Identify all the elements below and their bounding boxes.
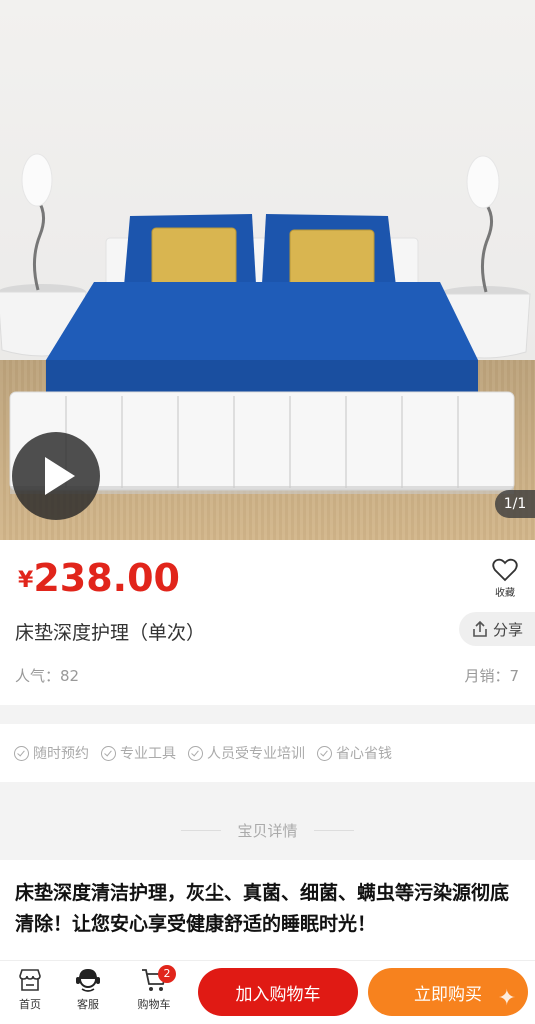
- guarantee-item: 专业工具: [101, 743, 176, 763]
- play-video-button[interactable]: [12, 432, 100, 520]
- image-counter: 1/1: [495, 490, 535, 518]
- share-icon: [473, 620, 487, 637]
- share-button[interactable]: 分享: [459, 612, 535, 646]
- favorite-label: 收藏: [495, 588, 515, 599]
- cart-button[interactable]: 2 购物车: [124, 965, 184, 1012]
- guarantee-item: 人员受专业培训: [188, 743, 305, 763]
- product-page: 1/1 ¥238.00 收藏 床垫深度护理（单次） 分享 人气：82 月销：7 …: [0, 0, 535, 1024]
- check-icon: [14, 745, 29, 761]
- divider: [181, 829, 222, 831]
- buy-now-button[interactable]: 立即购买 ✦: [368, 968, 528, 1016]
- detail-heading-label: 宝贝详情: [237, 821, 298, 840]
- buy-now-label: 立即购买: [414, 984, 482, 1005]
- currency-symbol: ¥: [18, 568, 34, 593]
- home-button[interactable]: 首页: [0, 967, 60, 1012]
- cart-label: 购物车: [137, 998, 171, 1011]
- detail-heading: 宝贝详情: [0, 800, 535, 860]
- cart-count-badge: 2: [158, 965, 176, 983]
- heart-icon: [492, 558, 518, 582]
- bottom-action-bar: 首页 客服 2 购物车 加入购物车 立即购买 ✦: [0, 960, 535, 1024]
- check-icon: [317, 745, 332, 761]
- service-label: 客服: [77, 998, 99, 1011]
- home-store-icon: [19, 969, 41, 991]
- divider: [313, 829, 354, 831]
- detail-description: 床垫深度清洁护理，灰尘、真菌、细菌、螨虫等污染源彻底清除！让您安心享受健康舒适的…: [0, 860, 535, 964]
- sparkle-icon: ✦: [497, 986, 516, 1011]
- popularity-count: 人气：82: [15, 667, 80, 685]
- price: ¥238.00: [18, 556, 180, 600]
- share-label: 分享: [492, 620, 523, 639]
- check-icon: [101, 745, 116, 761]
- customer-service-button[interactable]: 客服: [58, 967, 118, 1012]
- home-label: 首页: [19, 998, 41, 1011]
- check-icon: [188, 745, 203, 761]
- product-image[interactable]: 1/1: [0, 0, 535, 540]
- guarantee-item: 省心省钱: [317, 743, 392, 763]
- monthly-sales: 月销：7: [464, 667, 519, 685]
- guarantee-item: 随时预约: [14, 743, 89, 763]
- favorite-button[interactable]: 收藏: [487, 558, 523, 599]
- description-text: 床垫深度清洁护理，灰尘、真菌、细菌、螨虫等污染源彻底清除！让您安心享受健康舒适的…: [15, 882, 510, 935]
- price-value: 238.00: [33, 556, 180, 600]
- product-title: 床垫深度护理（单次）: [15, 622, 206, 644]
- play-icon: [45, 457, 75, 495]
- customer-service-icon: [76, 969, 100, 992]
- price-card: ¥238.00 收藏 床垫深度护理（单次） 分享 人气：82 月销：7: [0, 540, 535, 705]
- add-to-cart-button[interactable]: 加入购物车: [198, 968, 358, 1016]
- service-guarantees[interactable]: 随时预约 专业工具 人员受专业培训 省心省钱: [0, 724, 535, 782]
